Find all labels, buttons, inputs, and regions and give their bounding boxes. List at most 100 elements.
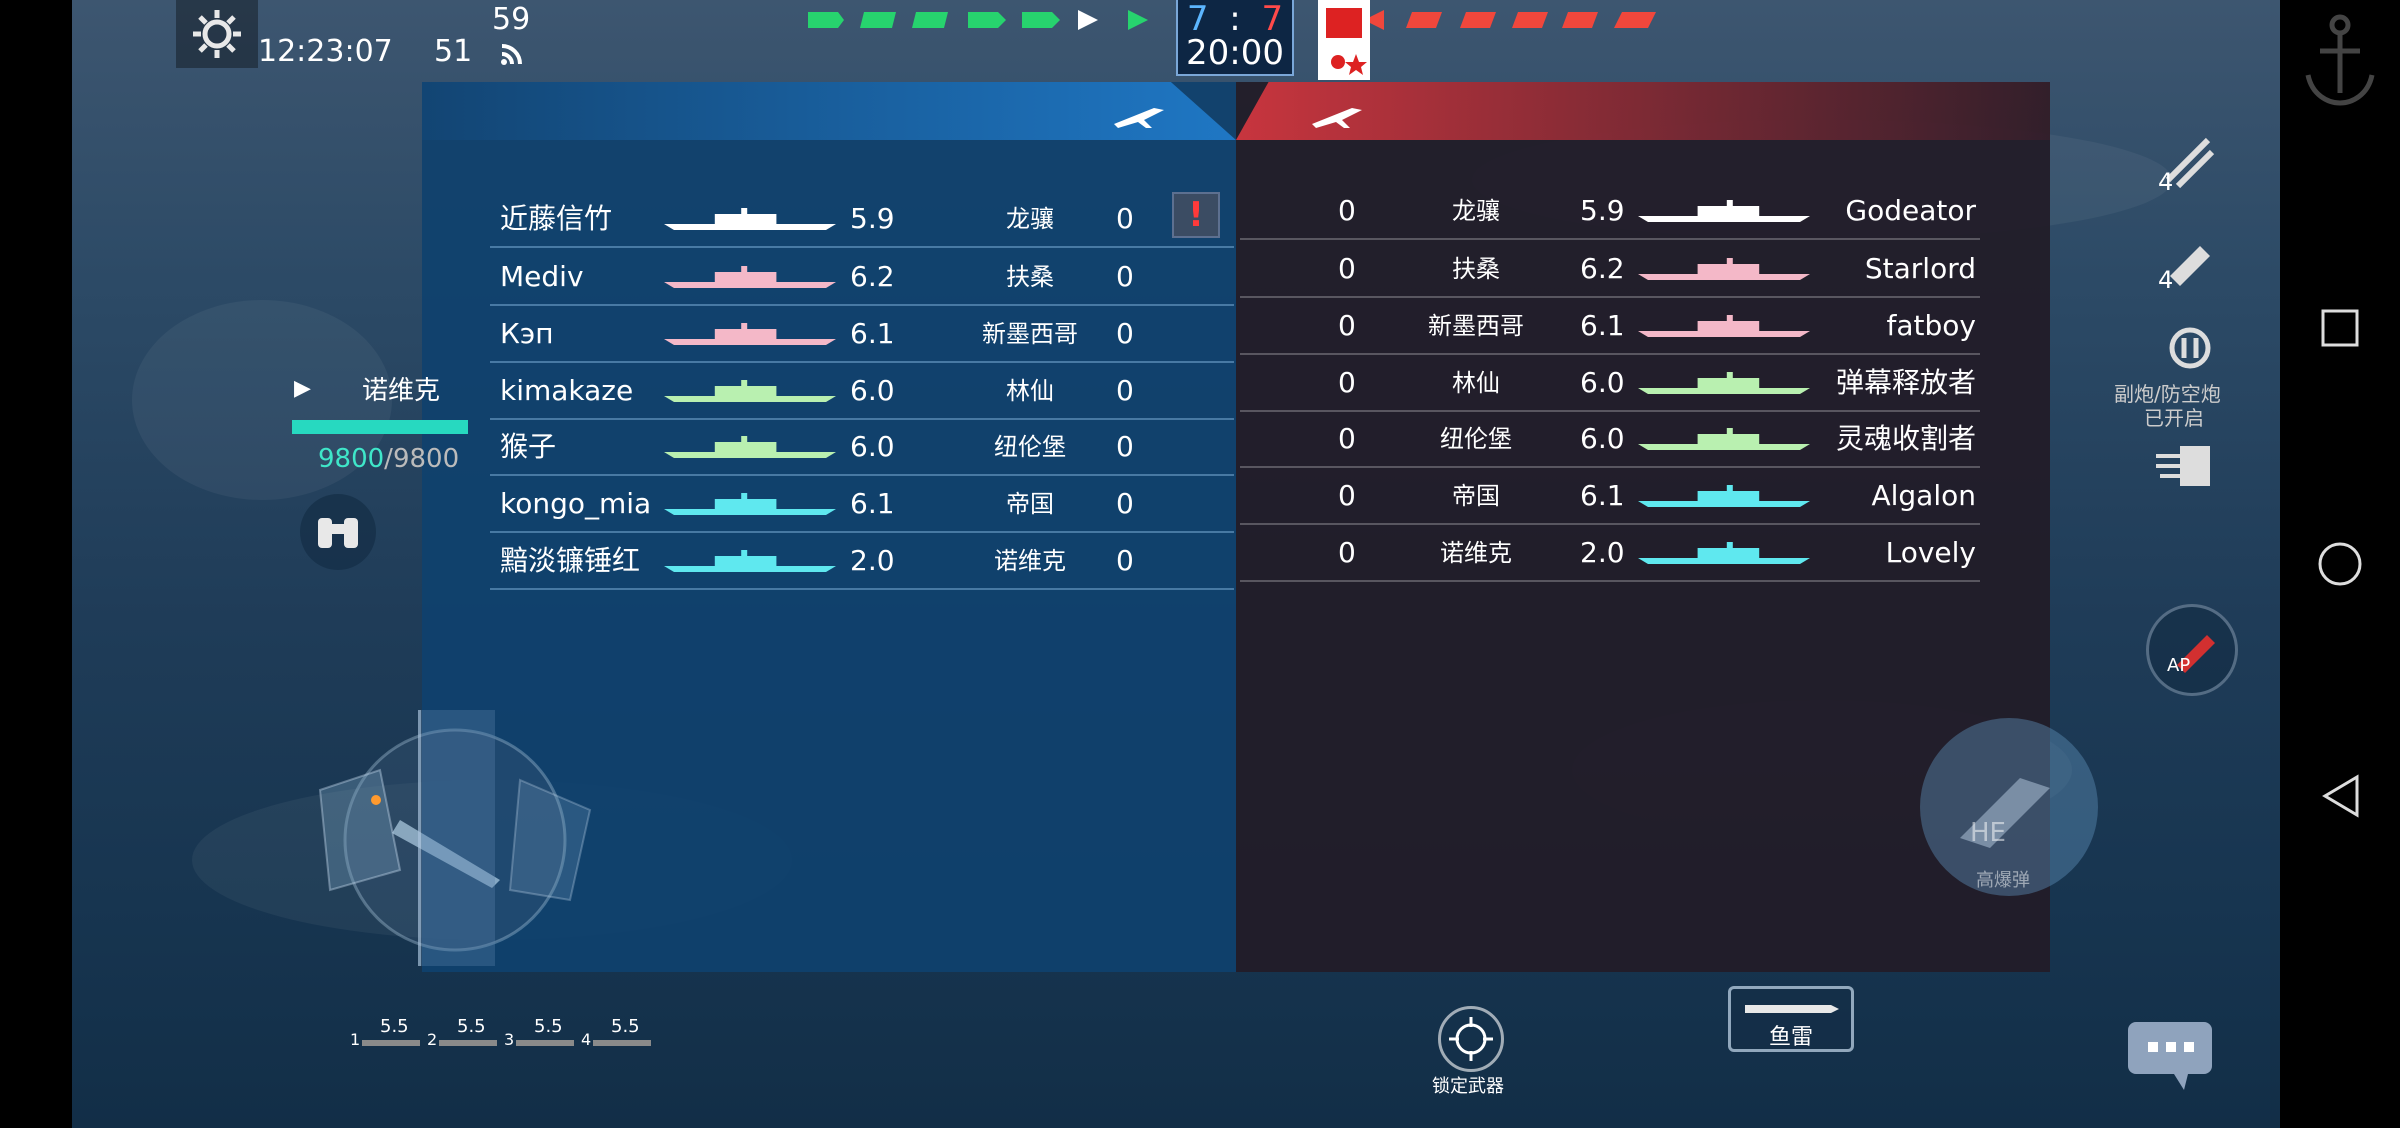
friendly-player-row: Кэп 6.1 新墨西哥 0	[500, 307, 1236, 361]
lock-weapon-button[interactable]	[1438, 1006, 1504, 1072]
player-name: Кэп	[500, 317, 554, 350]
player-name: Mediv	[500, 260, 584, 293]
weapon-slot-bar[interactable]	[516, 1040, 574, 1046]
ping-value: 51	[434, 34, 473, 69]
player-name: 灵魂收割者	[1835, 422, 1976, 455]
ship-tier: 6.0	[1580, 366, 1625, 399]
enemy-player-row: 0 帝国 6.1 Algalon	[1236, 469, 1976, 523]
player-score: 0	[1338, 536, 1356, 569]
player-score: 0	[1116, 374, 1134, 407]
ship-tier: 6.0	[1580, 422, 1625, 455]
ship-tier: 6.1	[1580, 479, 1625, 512]
player-name: Starlord	[1864, 252, 1976, 285]
ship-silhouette-icon	[1636, 313, 1812, 339]
player-score: 0	[1338, 252, 1356, 285]
throttle-slider[interactable]	[418, 710, 495, 966]
player-score: 0	[1338, 366, 1356, 399]
enemy-player-row: 0 龙骧 5.9 Godeator	[1236, 184, 1976, 238]
back-button[interactable]	[2280, 736, 2400, 856]
carrier-plane-icon	[1112, 102, 1166, 136]
row-divider	[490, 531, 1234, 533]
player-score: 0	[1116, 544, 1134, 577]
consumable-1-button[interactable]: 4	[2148, 130, 2228, 200]
recent-apps-button[interactable]	[2280, 268, 2400, 388]
consumable-2-button[interactable]: 4	[2148, 228, 2228, 298]
ap-shell-icon	[2177, 635, 2215, 673]
he-ammo-button[interactable]: HE 高爆弹	[1920, 718, 2098, 896]
weapon-slot-reload: 5.5	[457, 1016, 486, 1037]
enemy-player-row: 0 扶桑 6.2 Starlord	[1236, 242, 1976, 296]
hp-max: 9800	[392, 444, 460, 474]
friendly-ship-indicators	[806, 2, 1172, 36]
crosshair-icon	[1449, 1017, 1493, 1061]
aa-guns-button[interactable]	[2150, 436, 2226, 496]
settings-gear-icon[interactable]	[176, 0, 258, 68]
weapon-slot-bar[interactable]	[439, 1040, 497, 1046]
own-hp-readout: 9800/9800	[318, 444, 459, 474]
ship-silhouette-icon	[1636, 540, 1812, 566]
android-navigation-bar	[2280, 0, 2400, 1128]
ship-silhouette-icon	[1636, 256, 1812, 282]
ship-class: 林仙	[1006, 377, 1054, 405]
left-letterbox	[0, 0, 72, 1128]
enemy-player-row: 0 诺维克 2.0 Lovely	[1236, 526, 1976, 580]
ship-tier: 6.0	[850, 430, 895, 463]
torpedo-label: 鱼雷	[1768, 1025, 1813, 1050]
ship-class: 林仙	[1452, 369, 1500, 397]
player-name: 弹幕释放者	[1835, 366, 1976, 399]
ship-tier: 2.0	[1580, 536, 1625, 569]
player-name: 近藤信竹	[500, 202, 613, 235]
ship-tier: 6.1	[850, 487, 895, 520]
match-timer: 20:00	[1186, 33, 1284, 73]
carrier-plane-icon	[1310, 102, 1364, 136]
ship-class: 帝国	[1452, 482, 1500, 510]
secondary-guns-icon	[2160, 318, 2220, 378]
ap-ammo-button[interactable]: AP	[2146, 604, 2238, 696]
ship-silhouette-icon	[1636, 370, 1812, 396]
friendly-player-row: Mediv 6.2 扶桑 0	[500, 250, 1236, 304]
row-divider	[490, 588, 1234, 590]
triangle-back-icon	[2322, 774, 2359, 818]
ship-silhouette-icon	[1636, 426, 1812, 452]
enemy-player-row: 0 新墨西哥 6.1 fatboy	[1236, 299, 1976, 353]
hp-current: 9800	[318, 444, 385, 474]
fps-value: 59	[492, 2, 531, 37]
home-button[interactable]	[2280, 504, 2400, 624]
row-divider	[1240, 296, 1980, 298]
ship-silhouette-icon	[662, 434, 838, 460]
consumable-1-count: 4	[2158, 168, 2174, 196]
weapon-slot-bar[interactable]	[362, 1040, 420, 1046]
ship-tier: 6.1	[850, 317, 895, 350]
ship-silhouette-icon	[662, 378, 838, 404]
weapon-slot-number: 3	[504, 1030, 515, 1049]
ship-tier: 6.0	[850, 374, 895, 407]
scoreboard: 7 : 7 20:00	[1176, 0, 1294, 76]
player-score: 0	[1338, 194, 1356, 227]
ship-tier: 2.0	[850, 544, 895, 577]
ship-silhouette-icon	[662, 321, 838, 347]
ship-class: 扶桑	[1006, 263, 1054, 291]
torpedo-icon	[1745, 1005, 1839, 1013]
player-score: 0	[1116, 430, 1134, 463]
torpedo-button[interactable]: 鱼雷	[1728, 986, 1854, 1052]
friendly-player-row: 黯淡镰锤红 2.0 诺维克 0	[500, 534, 1236, 588]
ship-class: 诺维克	[994, 547, 1066, 575]
ship-class: 新墨西哥	[1428, 312, 1524, 340]
play-icon: ▶	[294, 376, 311, 401]
square-icon	[2321, 309, 2359, 347]
ship-tier: 5.9	[850, 202, 895, 235]
chat-button[interactable]	[2126, 1020, 2214, 1094]
player-name: Lovely	[1885, 536, 1976, 569]
player-name: Godeator	[1845, 194, 1976, 227]
binoculars-button[interactable]	[300, 494, 376, 570]
weapon-slot-number: 2	[427, 1030, 438, 1049]
player-score: 0	[1116, 487, 1134, 520]
player-name: kimakaze	[500, 374, 634, 407]
binoculars-icon	[318, 518, 358, 548]
signal-icon	[498, 36, 530, 70]
weapon-slot-bar[interactable]	[593, 1040, 651, 1046]
row-divider	[490, 474, 1234, 476]
player-name: kongo_mia	[500, 487, 652, 520]
enemy-ship-indicators	[1362, 2, 1666, 36]
row-divider	[1240, 238, 1980, 240]
